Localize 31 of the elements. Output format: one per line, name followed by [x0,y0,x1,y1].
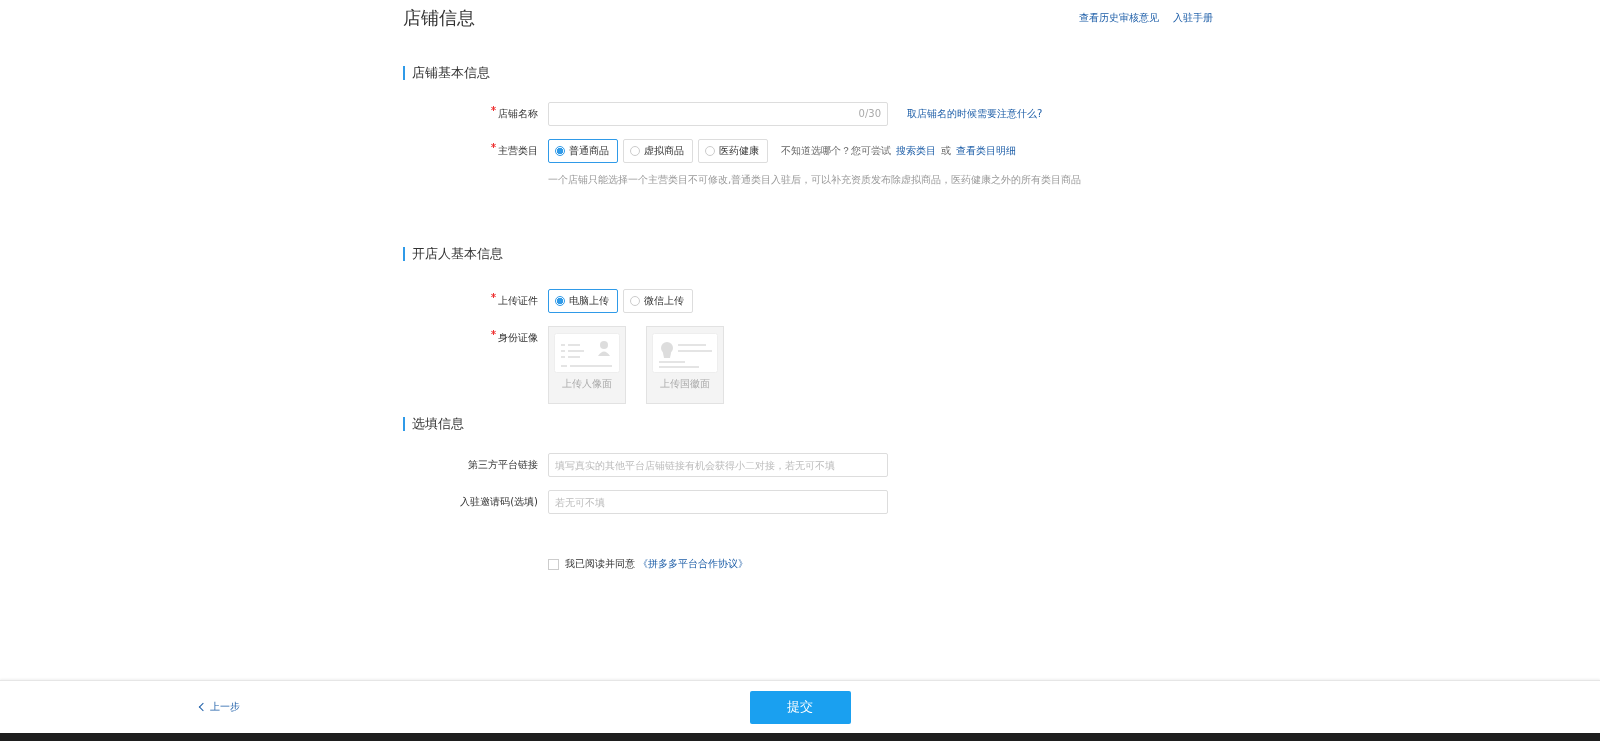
radio-option[interactable]: 医药健康 [698,139,768,163]
field-label: 入驻邀请码(选填) [460,495,538,509]
section-title: 店铺基本信息 [403,66,1213,80]
field-label: 身份证像 [498,331,538,345]
id-card-emblem-icon [652,333,718,373]
help-link[interactable]: 取店铺名的时候需要注意什么? [907,107,1043,121]
header-link[interactable]: 入驻手册 [1173,11,1213,25]
header-link[interactable]: 查看历史审核意见 [1079,11,1159,25]
hint-text: 或 [941,144,951,158]
agreement-text: 我已阅读并同意 [565,557,635,571]
section-title: 选填信息 [403,417,1213,431]
category-link[interactable]: 查看类目明细 [956,144,1016,158]
field-label: 店铺名称 [498,107,538,121]
id-card-portrait-icon [554,333,620,373]
page-title: 店铺信息 [403,6,475,30]
section-title: 开店人基本信息 [403,247,1213,261]
agreement-link[interactable]: 《拼多多平台合作协议》 [638,557,748,571]
field-label: 第三方平台链接 [468,458,538,472]
agreement-checkbox[interactable] [548,558,559,570]
char-counter: 0/30 [858,108,881,119]
radio-option[interactable]: 电脑上传 [548,289,618,313]
radio-option[interactable]: 普通商品 [548,139,618,163]
hint-text: 不知道选哪个？您可尝试 [781,144,891,158]
back-link[interactable]: 上一步 [200,700,240,714]
field-label: 主营类目 [498,144,538,158]
radio-option[interactable]: 虚拟商品 [623,139,693,163]
category-link[interactable]: 搜索类目 [896,144,936,158]
radio-option[interactable]: 微信上传 [623,289,693,313]
input-field[interactable] [548,102,888,126]
field-label: 上传证件 [498,294,538,308]
input-field[interactable]: 若无可不填 [548,490,888,514]
